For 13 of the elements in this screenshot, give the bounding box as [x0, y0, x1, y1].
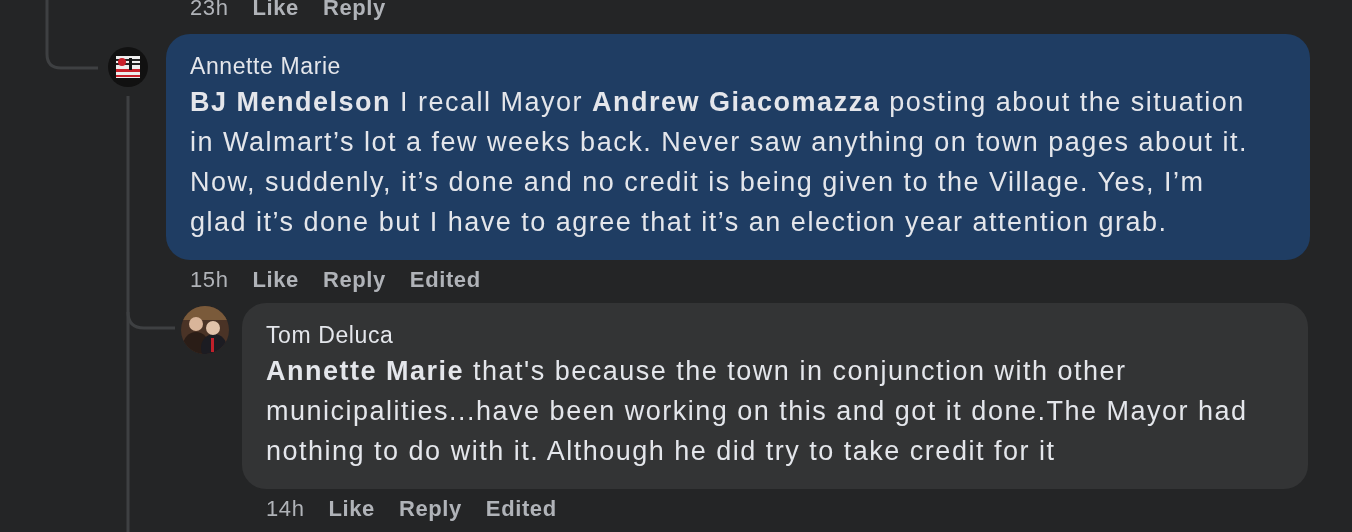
reply-link[interactable]: Reply — [398, 496, 462, 522]
edited-label[interactable]: Edited — [485, 496, 557, 522]
comment-text: Annette Marie that's because the town in conjunction with other municipalities...have been working on this and got it done.The Mayor had nothing to do with it. Although he did try to take credit for it — [266, 355, 1249, 468]
reply-link[interactable]: Reply — [322, 267, 386, 293]
comment-time: 15h — [190, 267, 229, 293]
thread-line — [45, 0, 98, 70]
comment-time: 14h — [266, 496, 305, 522]
comment-author[interactable]: Tom Deluca — [266, 319, 1284, 351]
comment-author[interactable]: Annette Marie — [190, 50, 1286, 82]
like-link[interactable]: Like — [328, 496, 375, 522]
comment-text: BJ Mendelson I recall Mayor Andrew Giacomazza posting about the situation in Walmart’s lot a few weeks back. Never saw anything on town pages about it. Now, suddenly, it’s done and no credit is being given to the Village. Yes, I’m glad it’s done but I have to agree that it’s an election year attention grab. — [190, 86, 1249, 239]
edited-label[interactable]: Edited — [409, 267, 481, 293]
like-link[interactable]: Like — [252, 267, 299, 293]
